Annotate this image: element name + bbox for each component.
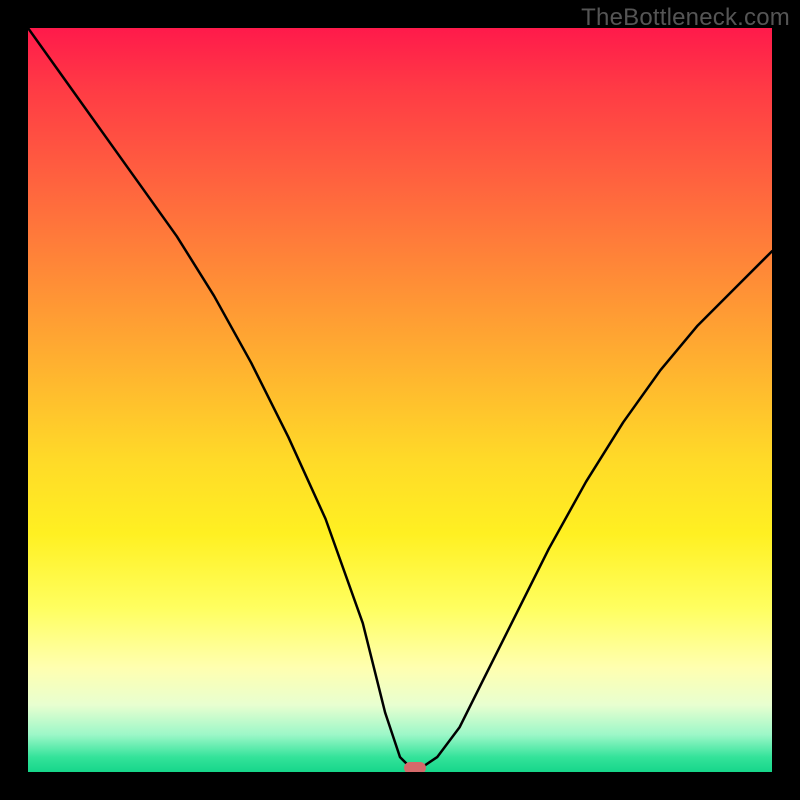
watermark-text: TheBottleneck.com: [581, 4, 790, 32]
chart-frame: TheBottleneck.com: [0, 0, 800, 800]
bottleneck-curve: [28, 28, 772, 772]
plot-area: [28, 28, 772, 772]
minimum-marker: [404, 762, 426, 772]
